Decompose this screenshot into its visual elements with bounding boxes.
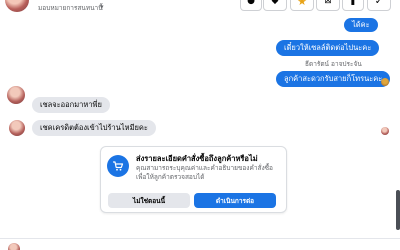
contact-avatar[interactable] <box>9 120 25 136</box>
continue-button[interactable]: ดำเนินการต่อ <box>194 193 276 208</box>
order-details-prompt-card: ส่งรายละเอียดคำสั่งซื้อถึงลูกค้าหรือไม่ … <box>100 146 287 213</box>
conversation-header: มอบหมายการสนทนานี้ ▾ <box>0 0 400 18</box>
chevron-down-icon[interactable]: ▾ <box>100 3 104 11</box>
message-text: ได้คะ <box>352 20 370 29</box>
incoming-message[interactable]: เชลจะออกมาหาพี่ย <box>32 97 110 113</box>
star-button[interactable]: ★ <box>290 0 314 11</box>
footer-divider <box>0 238 400 239</box>
spam-button[interactable]: ⊠ <box>316 0 340 11</box>
scrollbar[interactable] <box>396 190 400 230</box>
contact-avatar[interactable] <box>7 86 25 104</box>
user-avatar <box>8 243 20 250</box>
tag-icon: ◆ <box>271 0 279 6</box>
info-icon: ● <box>247 0 255 6</box>
message-text: ลูกค้าสะดวกรับสายก็โทรนะคะ <box>284 74 383 83</box>
seen-indicator-icon <box>381 127 389 135</box>
label-button[interactable]: ◆ <box>263 0 287 11</box>
info-button[interactable]: ● <box>240 0 262 11</box>
incoming-message[interactable]: เชคเครดิตต้องเข้าไปร้านไหมียคะ <box>32 120 156 136</box>
seen-indicator-icon <box>381 78 389 86</box>
message-text: เชคเครดิตต้องเข้าไปร้านไหมียคะ <box>40 123 148 132</box>
done-button[interactable]: ✓ <box>367 0 391 11</box>
sender-name: ธีดารัตน์ อาจประจัน <box>305 60 362 68</box>
check-icon: ✓ <box>374 0 384 7</box>
card-description: คุณสามารถระบุคุณค่าและคำอธิบายของคำสั่งซ… <box>136 164 273 181</box>
assign-conversation-label[interactable]: มอบหมายการสนทนานี้ <box>38 3 103 13</box>
not-now-button[interactable]: ไม่ใช่ตอนนี้ <box>108 193 190 208</box>
star-icon: ★ <box>297 0 307 8</box>
cart-icon <box>107 155 129 177</box>
message-input[interactable] <box>26 244 326 250</box>
spam-icon: ⊠ <box>324 0 332 6</box>
mark-unread-button[interactable]: ▮ <box>342 0 364 11</box>
contact-avatar[interactable] <box>5 0 29 12</box>
mail-icon: ▮ <box>350 0 356 6</box>
outgoing-message[interactable]: เดี๋ยวให้เซลล์ติดต่อไปนะคะ <box>276 40 380 56</box>
outgoing-message[interactable]: ได้คะ <box>344 18 378 32</box>
message-text: เชลจะออกมาหาพี่ย <box>40 100 102 109</box>
outgoing-message[interactable]: ลูกค้าสะดวกรับสายก็โทรนะคะ <box>276 71 391 87</box>
message-text: เดี๋ยวให้เซลล์ติดต่อไปนะคะ <box>284 43 372 52</box>
